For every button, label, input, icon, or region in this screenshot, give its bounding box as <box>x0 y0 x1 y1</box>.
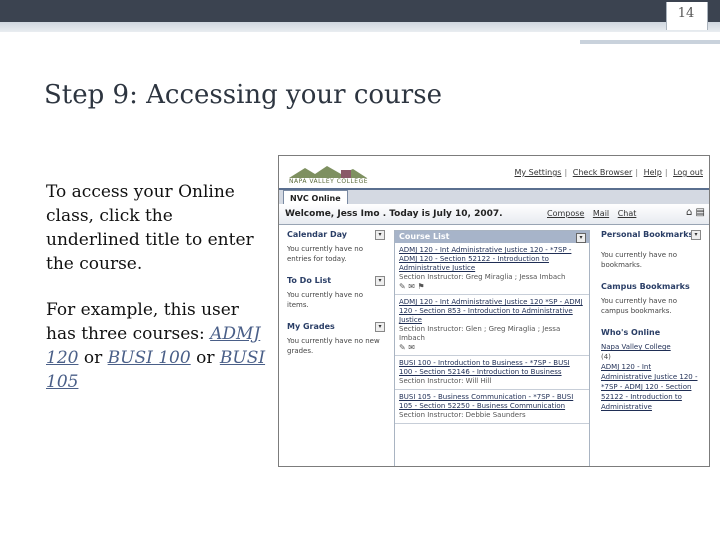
grades-heading: My Grades ▾ <box>287 322 385 334</box>
slide-top-bar <box>0 0 720 22</box>
online-college-link[interactable]: Napa Valley College <box>601 342 701 352</box>
calendar-heading: Calendar Day ▾ <box>287 230 385 242</box>
welcome-bar: Welcome, Jess Imo . Today is July 10, 20… <box>279 204 709 225</box>
whos-online-body: Napa Valley College (4) ADMJ 120 - Int A… <box>601 342 701 412</box>
slide-number: 14 <box>677 6 695 21</box>
example-text: For example, this user has three courses… <box>46 298 268 394</box>
left-column: Calendar Day ▾ You currently have no ent… <box>287 230 385 368</box>
intro-text: To access your Online class, click the u… <box>46 182 254 274</box>
personal-bookmarks-body: You currently have no bookmarks. <box>601 251 677 269</box>
course-item: ADMJ 120 - Int Administrative Justice 12… <box>395 243 589 295</box>
slide-body: To access your Online class, click the u… <box>46 180 268 416</box>
course-item: BUSI 105 - Business Communication - *7SP… <box>395 390 589 424</box>
minimize-icon[interactable]: ▾ <box>375 276 385 286</box>
or-word: or <box>196 348 215 368</box>
tool-icon[interactable]: ✉ <box>408 282 415 291</box>
course-title-link[interactable]: ADMJ 120 - Int Administrative Justice 12… <box>399 298 585 325</box>
portal-header: NAPA VALLEY COLLEGE My Settings | Check B… <box>279 156 709 188</box>
log-out-link[interactable]: Log out <box>673 168 703 177</box>
minimize-icon[interactable]: ▾ <box>375 230 385 240</box>
course-title-link[interactable]: ADMJ 120 - Int Administrative Justice 12… <box>399 246 585 273</box>
course-list-panel: Course List ▾ ADMJ 120 - Int Administrat… <box>394 230 590 466</box>
course-item: ADMJ 120 - Int Administrative Justice 12… <box>395 295 589 356</box>
course-title-link[interactable]: BUSI 105 - Business Communication - *7SP… <box>399 393 585 411</box>
calendar-body: You currently have no entries for today. <box>287 245 363 263</box>
slide-top-band <box>0 22 720 32</box>
compose-link[interactable]: Compose <box>547 209 584 218</box>
course-instructor: Section Instructor: Greg Miraglia ; Jess… <box>399 273 566 281</box>
online-count: (4) <box>601 353 611 361</box>
tool-icon[interactable]: ✎ <box>399 282 406 291</box>
home-icon[interactable]: ⌂ <box>686 207 692 218</box>
grades-body: You currently have no new grades. <box>287 337 380 355</box>
course-item: BUSI 100 - Introduction to Business - *7… <box>395 356 589 390</box>
course-link-busi-100[interactable]: BUSI 100 <box>108 348 191 368</box>
welcome-icons: ⌂ ▤ <box>686 207 705 218</box>
campus-bookmarks-body: You currently have no campus bookmarks. <box>601 297 677 315</box>
tool-icon[interactable]: ✉ <box>408 343 415 352</box>
tool-icon[interactable]: ⚑ <box>418 282 425 291</box>
embedded-screenshot: NAPA VALLEY COLLEGE My Settings | Check B… <box>278 155 710 467</box>
online-course-link[interactable]: ADMJ 120 - Int Administrative Justice 12… <box>601 362 701 412</box>
slide-title: Step 9: Accessing your course <box>44 80 442 110</box>
help-link[interactable]: Help <box>644 168 662 177</box>
chat-link[interactable]: Chat <box>618 209 637 218</box>
whos-online-heading: Who's Online <box>601 328 661 337</box>
campus-bookmarks-heading: Campus Bookmarks <box>601 282 690 291</box>
course-tool-icons: ✎ ✉ <box>399 343 585 352</box>
logo-text: NAPA VALLEY COLLEGE <box>289 178 369 185</box>
or-word: or <box>83 348 103 368</box>
slide-accent-line <box>580 40 720 44</box>
course-list-heading: Course List ▾ <box>395 231 589 243</box>
print-icon[interactable]: ▤ <box>696 207 705 218</box>
minimize-icon[interactable]: ▾ <box>576 233 586 243</box>
check-browser-link[interactable]: Check Browser <box>573 168 633 177</box>
minimize-icon[interactable]: ▾ <box>691 230 701 240</box>
mail-link[interactable]: Mail <box>593 209 609 218</box>
minimize-icon[interactable]: ▾ <box>375 322 385 332</box>
todo-heading: To Do List ▾ <box>287 276 385 288</box>
course-tool-icons: ✎ ✉ ⚑ <box>399 282 585 291</box>
course-instructor: Section Instructor: Debbie Saunders <box>399 411 526 419</box>
welcome-text: Welcome, Jess Imo . Today is July 10, 20… <box>285 209 503 219</box>
right-column: Personal Bookmarks ▾ You currently have … <box>601 230 701 424</box>
my-settings-link[interactable]: My Settings <box>514 168 561 177</box>
top-links: My Settings | Check Browser | Help | Log ou… <box>514 168 703 177</box>
course-instructor: Section Instructor: Glen ; Greg Miraglia… <box>399 325 561 342</box>
welcome-links: Compose Mail Chat <box>547 209 642 218</box>
course-title-link[interactable]: BUSI 100 - Introduction to Business - *7… <box>399 359 585 377</box>
personal-bookmarks-heading: Personal Bookmarks ▾ <box>601 230 701 242</box>
tool-icon[interactable]: ✎ <box>399 343 406 352</box>
todo-body: You currently have no items. <box>287 291 363 309</box>
course-instructor: Section Instructor: Will Hill <box>399 377 492 385</box>
